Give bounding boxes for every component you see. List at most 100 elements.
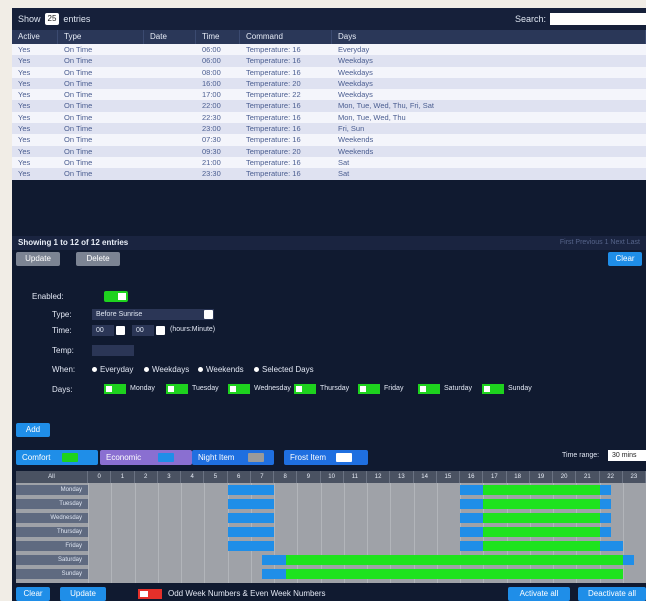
delete-button[interactable]: Delete (76, 252, 120, 266)
bottom-update-button[interactable]: Update (60, 587, 106, 601)
entries-select[interactable]: 25 (44, 13, 60, 25)
schedule-block[interactable] (483, 499, 600, 509)
schedule-block[interactable] (599, 541, 623, 551)
column-header-active[interactable]: Active (12, 30, 58, 44)
activate-all-button[interactable]: Activate all (508, 587, 570, 601)
table-row[interactable]: Yes On Time 22:00 Temperature: 16 Mon, Tue, … (12, 100, 646, 112)
grid-hour-header[interactable]: 22 (600, 471, 623, 483)
schedule-block[interactable] (227, 499, 274, 509)
schedule-block[interactable] (483, 527, 600, 537)
schedule-block[interactable] (483, 513, 600, 523)
grid-hour-header[interactable]: 13 (390, 471, 414, 483)
schedule-block[interactable] (460, 499, 484, 509)
grid-hour-header[interactable]: 19 (530, 471, 553, 483)
add-button[interactable]: Add (16, 423, 50, 437)
clear-button[interactable]: Clear (608, 252, 642, 266)
schedule-block[interactable] (460, 513, 484, 523)
legend-night[interactable]: Night Item (192, 450, 274, 465)
legend-comfort[interactable]: Comfort (16, 450, 98, 465)
grid-hour-header[interactable]: 20 (553, 471, 577, 483)
grid-day-label[interactable]: Friday (16, 541, 88, 551)
grid-day-row[interactable] (88, 555, 646, 565)
grid-day-label[interactable]: Monday (16, 485, 88, 495)
grid-corner-all[interactable]: All (16, 471, 88, 483)
day-toggle-friday[interactable] (358, 384, 380, 394)
grid-day-label[interactable]: Wednesday (16, 513, 88, 523)
grid-day-row[interactable] (88, 499, 646, 509)
grid-hour-header[interactable]: 5 (204, 471, 228, 483)
grid-hour-header[interactable]: 7 (251, 471, 274, 483)
column-header-date[interactable]: Date (144, 30, 196, 44)
grid-hour-header[interactable]: 17 (483, 471, 507, 483)
table-row[interactable]: Yes On Time 23:00 Temperature: 16 Fri, Sun (12, 123, 646, 135)
schedule-block[interactable] (262, 555, 286, 565)
day-toggle-saturday[interactable] (418, 384, 440, 394)
enabled-toggle[interactable] (104, 291, 128, 302)
day-toggle-sunday[interactable] (482, 384, 504, 394)
schedule-block[interactable] (227, 513, 274, 523)
table-row[interactable]: Yes On Time 22:30 Temperature: 16 Mon, Tue, … (12, 111, 646, 124)
day-toggle-wednesday[interactable] (228, 384, 250, 394)
deactivate-all-button[interactable]: Deactivate all (578, 587, 646, 601)
day-toggle-thursday[interactable] (294, 384, 316, 394)
grid-hour-header[interactable]: 6 (228, 471, 251, 483)
grid-hour-header[interactable]: 21 (576, 471, 600, 483)
schedule-block[interactable] (285, 569, 623, 579)
grid-hour-header[interactable]: 23 (623, 471, 646, 483)
schedule-block[interactable] (483, 541, 600, 551)
schedule-block[interactable] (262, 569, 286, 579)
time-range-select[interactable]: 30 mins (608, 450, 646, 461)
chevron-down-icon[interactable] (204, 310, 213, 319)
schedule-block[interactable] (285, 555, 623, 565)
grid-day-row[interactable] (88, 527, 646, 537)
day-toggle-tuesday[interactable] (166, 384, 188, 394)
table-row[interactable]: Yes On Time 16:00 Temperature: 20 Weekdays (12, 77, 646, 90)
type-select[interactable]: Before Sunrise (92, 309, 214, 320)
grid-day-label[interactable]: Tuesday (16, 499, 88, 509)
grid-hour-header[interactable]: 9 (297, 471, 321, 483)
grid-hour-header[interactable]: 3 (158, 471, 181, 483)
schedule-block[interactable] (599, 513, 612, 523)
grid-hour-header[interactable]: 2 (135, 471, 158, 483)
grid-hour-header[interactable]: 10 (321, 471, 344, 483)
schedule-block[interactable] (227, 485, 274, 495)
hour-stepper-icon[interactable] (116, 326, 125, 335)
radio-everyday[interactable] (92, 367, 97, 372)
grid-hour-header[interactable]: 16 (460, 471, 484, 483)
table-row[interactable]: Yes On Time 23:30 Temperature: 16 Sat (12, 168, 646, 180)
grid-day-row[interactable] (88, 513, 646, 523)
grid-hour-header[interactable]: 1 (111, 471, 135, 483)
grid-day-label[interactable]: Thursday (16, 527, 88, 537)
time-minute-field[interactable]: 00 (132, 325, 154, 336)
bottom-clear-button[interactable]: Clear (16, 587, 50, 601)
schedule-block[interactable] (599, 485, 612, 495)
grid-day-row[interactable] (88, 541, 646, 551)
search-input[interactable] (550, 13, 646, 25)
table-row[interactable]: Yes On Time 07:30 Temperature: 16 Weekends (12, 134, 646, 146)
schedule-block[interactable] (460, 485, 484, 495)
schedule-block[interactable] (227, 527, 274, 537)
grid-hour-header[interactable]: 15 (437, 471, 460, 483)
column-header-days[interactable]: Days (332, 30, 646, 44)
schedule-block[interactable] (599, 527, 612, 537)
schedule-block[interactable] (460, 527, 484, 537)
grid-day-label[interactable]: Sunday (16, 569, 88, 579)
pagination[interactable]: First Previous 1 Next Last (560, 239, 640, 246)
grid-hour-header[interactable]: 4 (181, 471, 205, 483)
grid-hour-header[interactable]: 8 (274, 471, 298, 483)
time-hour-field[interactable]: 00 (92, 325, 114, 336)
table-row[interactable]: Yes On Time 09:30 Temperature: 20 Weekends (12, 145, 646, 157)
grid-hour-header[interactable]: 0 (88, 471, 112, 483)
table-row[interactable]: Yes On Time 17:00 Temperature: 22 Weekdays (12, 89, 646, 101)
grid-hour-header[interactable]: 12 (367, 471, 391, 483)
table-row[interactable]: Yes On Time 21:00 Temperature: 16 Sat (12, 156, 646, 169)
grid-hour-header[interactable]: 18 (507, 471, 530, 483)
legend-economic[interactable]: Economic (100, 450, 192, 465)
schedule-block[interactable] (460, 541, 484, 551)
schedule-block[interactable] (483, 485, 600, 495)
schedule-block[interactable] (622, 555, 635, 565)
column-header-type[interactable]: Type (58, 30, 144, 44)
table-row[interactable]: Yes On Time 08:00 Temperature: 16 Weekdays (12, 66, 646, 78)
temp-field[interactable] (92, 345, 134, 356)
legend-frost[interactable]: Frost Item (284, 450, 368, 465)
